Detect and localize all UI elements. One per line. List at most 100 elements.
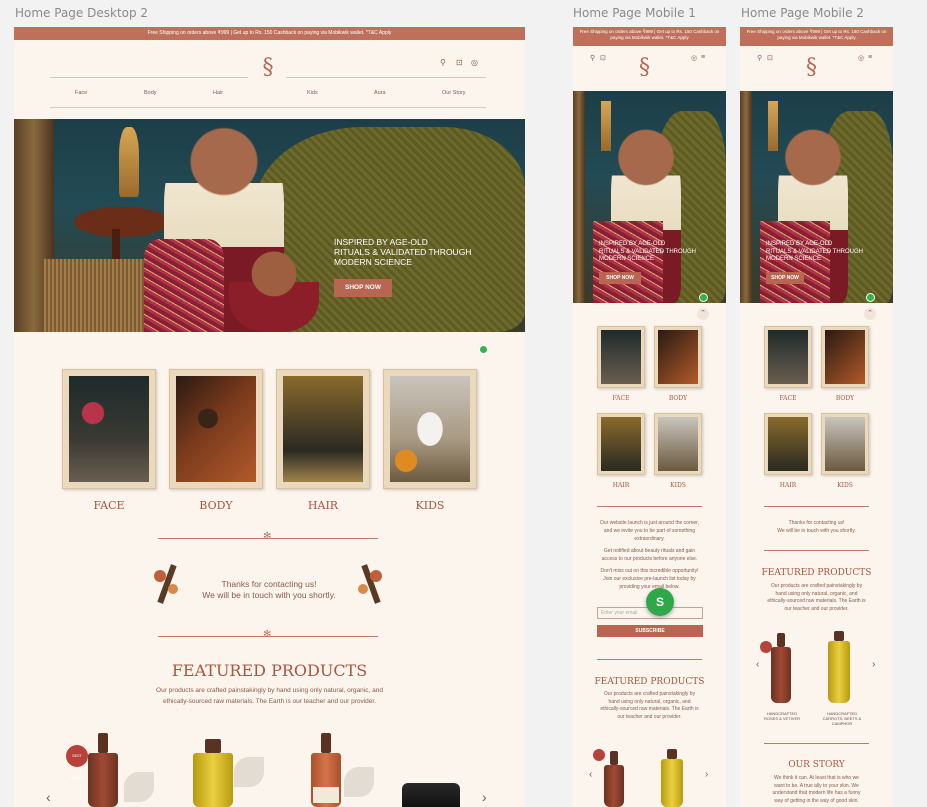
mobile2-category-label-body[interactable]: BODY: [821, 395, 869, 402]
mobile2-shop-now-button[interactable]: SHOP NOW: [766, 272, 804, 284]
mobile2-category-card-kids[interactable]: [821, 413, 869, 475]
hero-headline-line1: INSPIRED BY AGE-OLD: [334, 237, 428, 247]
cart-icon[interactable]: ⊡: [456, 58, 463, 67]
mobile2-scroll-top-button[interactable]: ⌃: [864, 308, 876, 320]
mobile1-category-image-hair: [601, 417, 641, 471]
whatsapp-icon[interactable]: [479, 345, 488, 354]
mobile2-category-label-hair[interactable]: HAIR: [764, 482, 812, 489]
mobile2-category-image-hair: [768, 417, 808, 471]
mobile2-hero-headline: INSPIRED BY AGE-OLD RITUALS & VALIDATED …: [766, 241, 886, 264]
nav-aura[interactable]: Aura: [374, 90, 386, 96]
mobile1-hero-curtain: [573, 91, 585, 303]
mobile1-category-label-face[interactable]: FACE: [597, 395, 645, 402]
category-label-hair[interactable]: HAIR: [276, 499, 370, 512]
mobile1-whatsapp-icon[interactable]: [699, 293, 708, 302]
mobile2-product-name-1[interactable]: HANDCRAFTED ROSES & VETIVER: [760, 711, 804, 721]
ornament-icon-top: ✻: [263, 531, 272, 542]
mobile1-carousel-prev[interactable]: ‹: [589, 769, 592, 780]
mobile2-carousel-next[interactable]: ›: [872, 659, 875, 670]
mobile2-product-bottle-2[interactable]: [828, 641, 850, 703]
mobile1-category-label-hair[interactable]: HAIR: [597, 482, 645, 489]
category-card-kids[interactable]: [383, 369, 477, 489]
mobile2-frame: Free Shipping on orders above ₹999 | Get…: [740, 27, 893, 807]
mobile1-shop-now-button[interactable]: SHOP NOW: [599, 272, 641, 284]
floating-grammar-badge[interactable]: S: [646, 588, 674, 616]
mobile1-category-label-kids[interactable]: KIDS: [654, 482, 702, 489]
hero-sari: [144, 239, 224, 332]
mobile2-search-icon[interactable]: ⚲: [757, 54, 762, 62]
category-card-face[interactable]: [62, 369, 156, 489]
mobile2-hero-curtain: [740, 91, 752, 303]
mobile2-whatsapp-icon[interactable]: [866, 293, 875, 302]
mobile2-our-story-line2: want to be. A true ally to your skin. We: [774, 782, 859, 789]
mobile2-carousel-prev[interactable]: ‹: [756, 659, 759, 670]
thanks-line1: Thanks for contacting us!: [221, 579, 317, 589]
mobile1-menu-icon[interactable]: ≡: [701, 54, 705, 61]
mobile1-product-bottle-1[interactable]: [604, 765, 624, 807]
category-label-body[interactable]: BODY: [169, 499, 263, 512]
mobile1-category-card-body[interactable]: [654, 326, 702, 388]
mobile2-product-bottle-1[interactable]: [771, 647, 791, 703]
search-icon[interactable]: ⚲: [440, 58, 446, 67]
product-jar-4[interactable]: [402, 783, 460, 807]
mobile1-newsletter-line3: extraordinary.: [634, 536, 665, 542]
carousel-next-arrow[interactable]: ›: [482, 789, 487, 805]
mobile1-account-icon[interactable]: ◎: [691, 54, 697, 62]
mobile1-product-cap-1: [610, 751, 618, 765]
mobile1-featured-desc2: hand using only natural, organic, and: [608, 698, 691, 705]
mobile2-menu-icon[interactable]: ≡: [868, 54, 872, 61]
mobile2-cart-icon[interactable]: ⊡: [767, 54, 773, 62]
product-bottle-2[interactable]: [193, 753, 233, 807]
nav-face[interactable]: Face: [75, 90, 87, 96]
mobile1-carousel-next[interactable]: ›: [705, 769, 708, 780]
nav-hair[interactable]: Hair: [213, 90, 223, 96]
floral-ornament-right: [354, 560, 388, 608]
nav-kids[interactable]: Kids: [307, 90, 318, 96]
mobile1-category-card-kids[interactable]: [654, 413, 702, 475]
nav-our-story[interactable]: Our Story: [442, 90, 466, 96]
mobile1-category-card-face[interactable]: [597, 326, 645, 388]
mobile2-product-name-2[interactable]: HANDCRAFTED CARROTS, BEETS & CAMPHOR: [812, 711, 872, 726]
category-label-face[interactable]: FACE: [62, 499, 156, 512]
mobile2-our-story-text: We think it can. At least that is who we…: [746, 775, 887, 805]
mobile2-category-label-face[interactable]: FACE: [764, 395, 812, 402]
mobile1-search-icon[interactable]: ⚲: [590, 54, 595, 62]
brand-logo[interactable]: §: [256, 55, 280, 81]
mobile2-our-story-title: OUR STORY: [788, 760, 845, 770]
mobile2-category-card-body[interactable]: [821, 326, 869, 388]
account-icon[interactable]: ◎: [471, 58, 478, 67]
carousel-prev-arrow[interactable]: ‹: [46, 789, 51, 805]
mobile1-newsletter-line2: and we invite you to be part of somethin…: [603, 528, 696, 534]
category-card-hair[interactable]: [276, 369, 370, 489]
mobile2-category-label-kids[interactable]: KIDS: [821, 482, 869, 489]
mobile2-featured-desc4: our teacher and our provider.: [784, 605, 849, 612]
mobile1-newsletter-line5: access to our products before anyone els…: [601, 556, 698, 562]
mobile1-product-bottle-2[interactable]: [661, 759, 683, 807]
mobile2-account-icon[interactable]: ◎: [858, 54, 864, 62]
mobile2-product-cap-1: [777, 633, 785, 647]
mobile1-cart-icon[interactable]: ⊡: [600, 54, 606, 62]
category-image-body: [176, 376, 256, 482]
mobile2-category-card-face[interactable]: [764, 326, 812, 388]
mobile1-brand-logo[interactable]: §: [639, 55, 650, 80]
category-card-body[interactable]: [169, 369, 263, 489]
mobile2-brand-logo[interactable]: §: [806, 55, 817, 80]
hero-shop-now-button[interactable]: SHOP NOW: [334, 279, 392, 297]
product-bottle-1[interactable]: [88, 753, 118, 807]
mobile1-category-card-hair[interactable]: [597, 413, 645, 475]
mobile1-newsletter-text: Our website launch is just around the co…: [579, 519, 720, 591]
hero-headline-line3: MODERN SCIENCE: [334, 257, 412, 267]
nav-body[interactable]: Body: [144, 90, 157, 96]
mobile1-category-label-body[interactable]: BODY: [654, 395, 702, 402]
mobile2-category-card-hair[interactable]: [764, 413, 812, 475]
mobile1-subscribe-button[interactable]: SUBSCRIBE: [597, 625, 703, 637]
mobile1-featured-desc4: our teacher and our provider.: [617, 713, 682, 720]
product-leaf-3: [344, 767, 374, 797]
hero-banner: INSPIRED BY AGE-OLD RITUALS & VALIDATED …: [14, 119, 525, 332]
mobile1-hero-line2: RITUALS & VALIDATED THROUGH: [599, 248, 697, 255]
mobile2-our-story-line3: understand that modern life has a funny: [772, 790, 861, 796]
category-label-kids[interactable]: KIDS: [383, 499, 477, 512]
mobile1-hero-lamp: [601, 101, 611, 151]
hero-woman-seated: [229, 249, 319, 332]
mobile1-scroll-top-button[interactable]: ⌃: [697, 308, 709, 320]
